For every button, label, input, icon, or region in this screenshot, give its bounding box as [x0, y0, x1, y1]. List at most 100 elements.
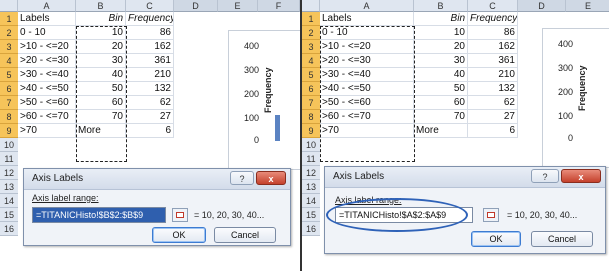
row-header[interactable]: 16	[0, 222, 18, 236]
row-header[interactable]: 12	[0, 166, 18, 180]
row-header[interactable]: 9	[302, 124, 320, 138]
column-header-d[interactable]: D	[174, 0, 218, 12]
table-cell[interactable]: 6	[126, 124, 174, 138]
table-cell[interactable]: 0 - 10	[320, 26, 414, 40]
help-button[interactable]: ?	[531, 169, 559, 183]
table-cell[interactable]: >60 - <=70	[18, 110, 76, 124]
header-cell[interactable]: Labels	[320, 12, 414, 26]
row-header[interactable]: 6	[0, 82, 18, 96]
row-header[interactable]: 14	[302, 194, 320, 208]
table-cell[interactable]: 40	[414, 68, 468, 82]
table-cell[interactable]: >60 - <=70	[320, 110, 414, 124]
table-cell[interactable]: 40	[76, 68, 126, 82]
row-header[interactable]: 11	[0, 152, 18, 166]
ok-button[interactable]: OK	[152, 227, 206, 243]
column-header-d[interactable]: D	[518, 0, 566, 12]
table-cell[interactable]: >10 - <=20	[18, 40, 76, 54]
row-header[interactable]: 13	[302, 180, 320, 194]
table-cell[interactable]: 50	[414, 82, 468, 96]
table-cell[interactable]: 60	[76, 96, 126, 110]
table-cell[interactable]: More	[414, 124, 468, 138]
row-header[interactable]: 7	[302, 96, 320, 110]
table-cell[interactable]: 30	[414, 54, 468, 68]
table-cell[interactable]: 132	[126, 82, 174, 96]
table-cell[interactable]: 361	[468, 54, 518, 68]
table-cell[interactable]: 86	[468, 26, 518, 40]
row-header[interactable]: 7	[0, 96, 18, 110]
row-header[interactable]: 15	[302, 208, 320, 222]
row-header[interactable]: 9	[0, 124, 18, 138]
table-cell[interactable]: 20	[414, 40, 468, 54]
chart-area[interactable]: 400 300 200 100 0 Frequency	[542, 28, 609, 168]
row-header[interactable]: 10	[0, 138, 18, 152]
table-cell[interactable]: >50 - <=60	[18, 96, 76, 110]
table-cell[interactable]: >10 - <=20	[320, 40, 414, 54]
collapse-dialog-button[interactable]	[172, 208, 188, 222]
table-cell[interactable]: 162	[468, 40, 518, 54]
row-header[interactable]: 5	[0, 68, 18, 82]
row-header[interactable]: 13	[0, 180, 18, 194]
table-cell[interactable]: 10	[414, 26, 468, 40]
cancel-button[interactable]: Cancel	[214, 227, 276, 243]
row-header[interactable]: 2	[0, 26, 18, 40]
table-cell[interactable]: 132	[468, 82, 518, 96]
row-header[interactable]: 1	[302, 12, 320, 26]
column-header-c[interactable]: C	[126, 0, 174, 12]
table-cell[interactable]: 361	[126, 54, 174, 68]
column-header-a[interactable]: A	[320, 0, 414, 12]
row-header[interactable]: 14	[0, 194, 18, 208]
column-header-b[interactable]: B	[414, 0, 468, 12]
table-cell[interactable]: 86	[126, 26, 174, 40]
table-cell[interactable]: 210	[468, 68, 518, 82]
row-header[interactable]: 8	[302, 110, 320, 124]
table-cell[interactable]: 210	[126, 68, 174, 82]
table-cell[interactable]: 6	[468, 124, 518, 138]
row-header[interactable]: 15	[0, 208, 18, 222]
table-cell[interactable]: >40 - <=50	[18, 82, 76, 96]
table-cell[interactable]: >70	[18, 124, 76, 138]
table-cell[interactable]: 162	[126, 40, 174, 54]
column-header-c[interactable]: C	[468, 0, 518, 12]
table-cell[interactable]: More	[76, 124, 126, 138]
header-cell[interactable]: Frequency	[468, 12, 518, 26]
row-header[interactable]: 2	[302, 26, 320, 40]
close-button[interactable]: x	[256, 171, 286, 185]
table-cell[interactable]: 27	[126, 110, 174, 124]
dialog-title-bar[interactable]: Axis Labels ? x	[24, 169, 290, 190]
table-cell[interactable]: >50 - <=60	[320, 96, 414, 110]
header-cell[interactable]: Bin	[414, 12, 468, 26]
row-header[interactable]: 3	[302, 40, 320, 54]
table-cell[interactable]: 60	[414, 96, 468, 110]
table-cell[interactable]: >40 - <=50	[320, 82, 414, 96]
row-header[interactable]: 8	[0, 110, 18, 124]
column-header-e[interactable]: E	[566, 0, 609, 12]
table-cell[interactable]: 10	[76, 26, 126, 40]
select-all-corner[interactable]	[302, 0, 320, 12]
table-cell[interactable]: 70	[414, 110, 468, 124]
table-cell[interactable]: 20	[76, 40, 126, 54]
table-cell[interactable]: 0 - 10	[18, 26, 76, 40]
header-cell[interactable]: Labels	[18, 12, 76, 26]
help-button[interactable]: ?	[230, 171, 254, 185]
table-cell[interactable]: 30	[76, 54, 126, 68]
table-cell[interactable]: >70	[320, 124, 414, 138]
column-header-b[interactable]: B	[76, 0, 126, 12]
close-button[interactable]: x	[561, 169, 601, 183]
axis-label-range-input[interactable]: =TITANICHisto!$A$2:$A$9	[335, 207, 473, 223]
row-header[interactable]: 16	[302, 222, 320, 236]
row-header[interactable]: 4	[0, 54, 18, 68]
collapse-dialog-button[interactable]	[483, 208, 499, 222]
table-cell[interactable]: 62	[468, 96, 518, 110]
table-cell[interactable]: 62	[126, 96, 174, 110]
row-header[interactable]: 3	[0, 40, 18, 54]
row-header[interactable]: 11	[302, 152, 320, 166]
table-cell[interactable]: >20 - <=30	[320, 54, 414, 68]
row-header[interactable]: 10	[302, 138, 320, 152]
table-cell[interactable]: >30 - <=40	[18, 68, 76, 82]
column-header-e[interactable]: E	[218, 0, 258, 12]
table-cell[interactable]: 70	[76, 110, 126, 124]
ok-button[interactable]: OK	[471, 231, 521, 247]
select-all-corner[interactable]	[0, 0, 18, 12]
header-cell[interactable]: Frequency	[126, 12, 174, 26]
chart-area[interactable]: 400 300 200 100 0 Frequency	[228, 30, 300, 170]
